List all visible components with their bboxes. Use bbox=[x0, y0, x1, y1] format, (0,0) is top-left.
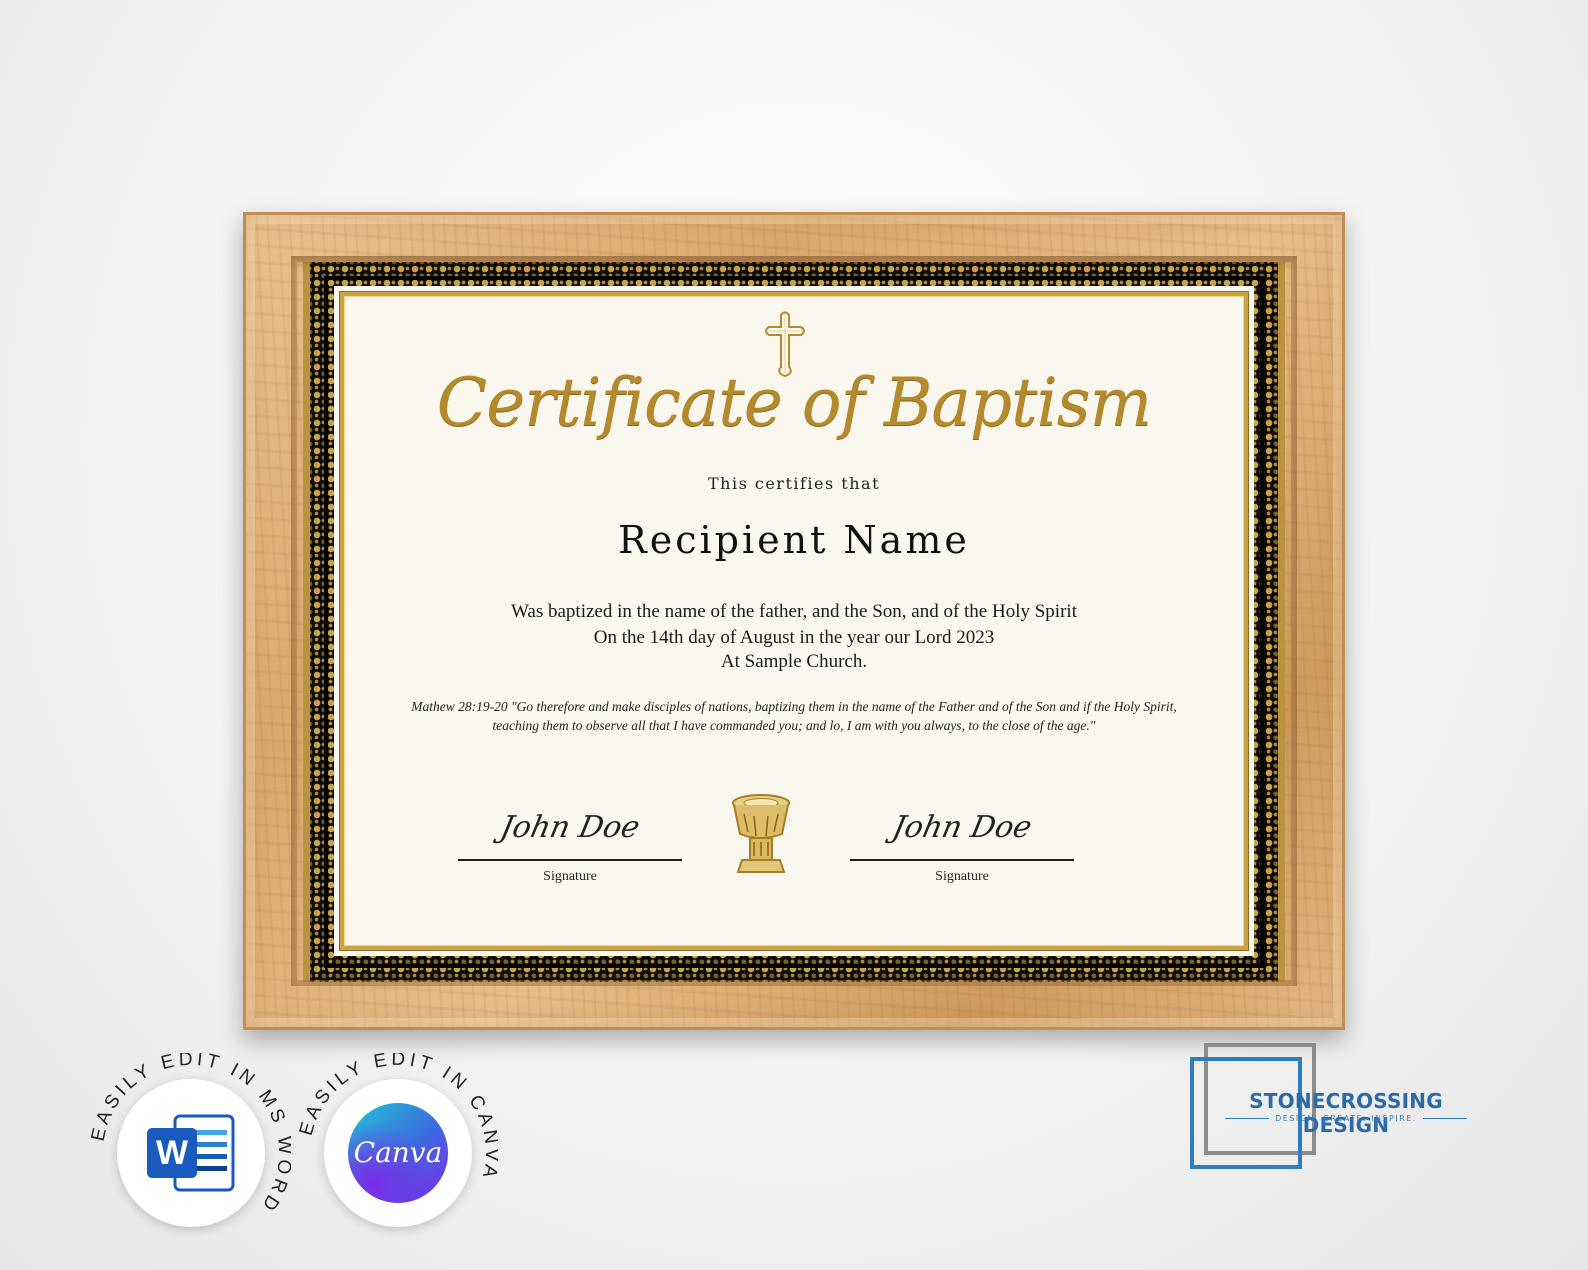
signature-block-left: John Doe Signature bbox=[458, 801, 682, 885]
certifies-text: This certifies that bbox=[707, 474, 881, 493]
recipient-name: Recipient Name bbox=[618, 518, 970, 562]
signature-line bbox=[850, 859, 1074, 861]
certificate-gold-border: Certificate of Baptism This certifies th… bbox=[340, 292, 1248, 950]
statement-line-2: On the 14th day of August in the year ou… bbox=[593, 627, 995, 648]
signature-label: Signature bbox=[935, 869, 989, 884]
statement-line-3: At Sample Church. bbox=[720, 651, 868, 672]
signature-block-right: John Doe Signature bbox=[850, 801, 1074, 885]
word-logo-letter: W bbox=[156, 1134, 189, 1172]
baptism-statement: Was baptized in the name of the father, … bbox=[344, 600, 1244, 674]
statement-line-1: Was baptized in the name of the father, … bbox=[511, 601, 1077, 622]
signature-script: John Doe bbox=[497, 810, 643, 845]
signature-script: John Doe bbox=[889, 810, 1035, 845]
canva-icon: Canva bbox=[348, 1103, 448, 1203]
stonecrossing-logo: STONECROSSING DESIGN DESIGN. CREATE. INS… bbox=[1190, 1043, 1490, 1179]
brand-name: STONECROSSING DESIGN bbox=[1249, 1089, 1443, 1137]
ornate-border: Certificate of Baptism This certifies th… bbox=[303, 262, 1285, 982]
scripture-verse: Mathew 28:19-20 "Go therefore and make d… bbox=[411, 699, 1177, 733]
signature-line bbox=[458, 859, 682, 861]
baptismal-font-icon bbox=[732, 794, 790, 873]
edit-in-word-badge: EASILY EDIT IN MS WORD W bbox=[91, 1053, 291, 1253]
wooden-picture-frame: Certificate of Baptism This certifies th… bbox=[243, 212, 1345, 1030]
signature-label: Signature bbox=[543, 869, 597, 884]
brand-tagline: DESIGN. CREATE. INSPIRE. bbox=[1210, 1114, 1482, 1123]
edit-in-canva-badge: EASILY EDIT IN CANVA Canva bbox=[298, 1053, 498, 1253]
certificate-title: Certificate of Baptism bbox=[436, 364, 1152, 441]
ms-word-icon: W bbox=[147, 1114, 235, 1192]
certificate-paper: Certificate of Baptism This certifies th… bbox=[334, 286, 1254, 956]
